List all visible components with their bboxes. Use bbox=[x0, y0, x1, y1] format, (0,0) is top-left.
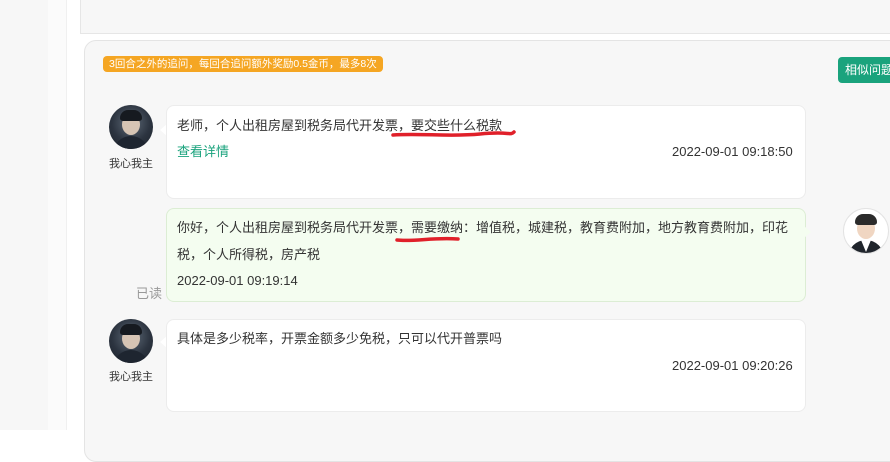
question-text: 老师，个人出租房屋到税务局代开发票，要交些什么税款 bbox=[177, 118, 503, 133]
similar-questions-button[interactable]: 相似问题 bbox=[838, 57, 890, 83]
top-panel bbox=[80, 0, 890, 34]
follow-up-notice-badge: 3回合之外的追问，每回合追问额外奖励0.5金币，最多8次 bbox=[103, 56, 383, 72]
read-status: 已读 bbox=[136, 286, 163, 301]
bubble-arrow bbox=[804, 226, 811, 238]
user-name: 我心我主 bbox=[109, 158, 153, 170]
answer-text-line2: 税，个人所得税，房产税 bbox=[177, 247, 321, 262]
left-gutter bbox=[0, 0, 48, 430]
left-gutter-edge bbox=[48, 0, 67, 430]
question-bubble: 老师，个人出租房屋到税务局代开发票，要交些什么税款 查看详情 2022-09-0… bbox=[166, 105, 806, 199]
message-timestamp: 2022-09-01 09:18:50 bbox=[672, 144, 793, 159]
teacher-avatar[interactable] bbox=[843, 208, 889, 254]
user-avatar[interactable] bbox=[109, 105, 153, 149]
question-text: 具体是多少税率，开票金额多少免税，只可以代开普票吗 bbox=[177, 331, 503, 346]
answer-text-line1: 你好，个人出租房屋到税务局代开发票，需要缴纳：增值税，城建税，教育费附加，地方教… bbox=[177, 220, 789, 235]
view-details-link[interactable]: 查看详情 bbox=[177, 139, 229, 165]
user-avatar[interactable] bbox=[109, 319, 153, 363]
answer-bubble: 你好，个人出租房屋到税务局代开发票，需要缴纳：增值税，城建税，教育费附加，地方教… bbox=[166, 208, 806, 302]
message-timestamp: 2022-09-01 09:19:14 bbox=[177, 273, 298, 288]
message-timestamp: 2022-09-01 09:20:26 bbox=[672, 358, 793, 373]
user-name: 我心我主 bbox=[109, 371, 153, 383]
question-bubble: 具体是多少税率，开票金额多少免税，只可以代开普票吗 2022-09-01 09:… bbox=[166, 319, 806, 412]
